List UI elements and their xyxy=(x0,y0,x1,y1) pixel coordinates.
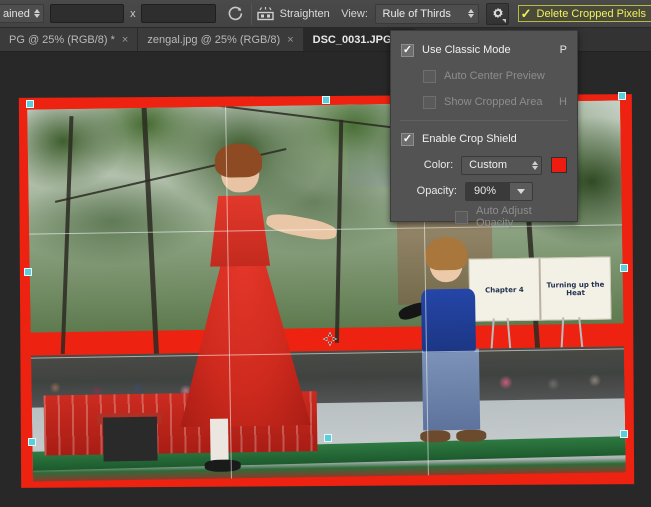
show-cropped-area-label: Show Cropped Area xyxy=(444,96,543,108)
crop-shield-color-select[interactable]: Custom xyxy=(461,155,543,175)
tab-label: PG @ 25% (RGB/8) * xyxy=(9,33,115,46)
auto-center-preview-label: Auto Center Preview xyxy=(444,70,545,82)
crop-height-input[interactable] xyxy=(141,4,217,23)
show-cropped-area-row: Show Cropped Area H xyxy=(391,89,577,115)
use-classic-mode-shortcut: P xyxy=(559,44,567,56)
stool-legs xyxy=(103,416,158,462)
delete-cropped-pixels-label: Delete Cropped Pixels xyxy=(536,7,646,20)
swap-rotate-glyph xyxy=(228,6,242,21)
crop-shield-color-row: Color: Custom xyxy=(391,152,577,178)
crop-shield-opacity-row: Opacity: 90% xyxy=(391,178,577,204)
use-classic-mode-label: Use Classic Mode xyxy=(422,44,511,56)
easel-flipchart: Chapter 4 Turning up the Heat xyxy=(468,256,612,323)
color-label: Color: xyxy=(423,159,454,171)
photoshop-window: ained x Straighten View: Rule of Thirds … xyxy=(0,0,651,507)
dimension-separator: x xyxy=(130,7,136,20)
aspect-ratio-select[interactable]: ained xyxy=(0,4,44,23)
crop-handle-top-right[interactable] xyxy=(618,92,626,100)
auto-adjust-opacity-label: Auto Adjust Opacity xyxy=(476,205,532,229)
auto-center-preview-row: Auto Center Preview xyxy=(391,63,577,89)
crop-handle-top-center[interactable] xyxy=(322,96,330,104)
woman-red-dress-shoe xyxy=(204,459,241,472)
crop-shield-color-swatch[interactable] xyxy=(551,157,567,173)
enable-crop-shield-row[interactable]: Enable Crop Shield xyxy=(391,126,577,152)
sign-page-left: Chapter 4 xyxy=(484,285,524,295)
straighten-button[interactable]: Straighten xyxy=(256,6,330,22)
crop-settings-gear-button[interactable] xyxy=(486,2,510,25)
aspect-ratio-value: ained xyxy=(3,7,30,20)
rotate-cursor-icon xyxy=(322,331,338,347)
auto-adjust-opacity-checkbox xyxy=(455,210,468,224)
use-classic-mode-checkbox[interactable] xyxy=(401,43,414,57)
view-label: View: xyxy=(341,7,368,20)
swap-rotate-icon[interactable] xyxy=(224,2,247,26)
auto-adjust-opacity-row: Auto Adjust Opacity xyxy=(391,204,577,230)
stepper-icon xyxy=(33,9,40,18)
crop-handle-bottom-left[interactable] xyxy=(28,438,36,446)
straighten-label: Straighten xyxy=(279,7,330,20)
enable-crop-shield-label: Enable Crop Shield xyxy=(422,133,517,145)
auto-center-preview-checkbox xyxy=(423,69,436,83)
toolbar-divider xyxy=(250,2,252,25)
woman-blue-shoe-right xyxy=(456,429,487,442)
crop-width-input[interactable] xyxy=(49,4,125,23)
crop-settings-popup: Use Classic Mode P Auto Center Preview S… xyxy=(390,30,578,229)
view-overlay-value: Rule of Thirds xyxy=(382,7,451,20)
sign-page-right: Turning up the Heat xyxy=(546,280,605,298)
woman-blue-hair xyxy=(425,236,468,271)
enable-crop-shield-checkbox[interactable] xyxy=(401,132,414,146)
tab-label: zengal.jpg @ 25% (RGB/8) xyxy=(147,33,281,46)
stepper-icon xyxy=(467,9,474,18)
close-icon[interactable]: × xyxy=(122,34,128,46)
delete-cropped-pixels-checkbox[interactable]: ✓ Delete Cropped Pixels xyxy=(517,5,651,22)
woman-blue-shirt xyxy=(421,288,476,353)
crop-handle-top-left[interactable] xyxy=(26,100,34,108)
check-icon: ✓ xyxy=(520,6,532,21)
document-tab-2[interactable]: zengal.jpg @ 25% (RGB/8) × xyxy=(138,28,304,51)
gear-icon xyxy=(492,7,503,18)
close-icon[interactable]: × xyxy=(287,34,293,46)
opacity-label: Opacity: xyxy=(416,185,457,197)
straighten-icon xyxy=(256,6,274,20)
stepper-icon xyxy=(532,160,539,170)
show-cropped-area-checkbox xyxy=(423,95,436,109)
crop-shield-color-value: Custom xyxy=(469,159,508,171)
woman-blue-shoe-left xyxy=(420,430,451,443)
show-cropped-area-shortcut: H xyxy=(559,96,567,108)
document-tab-1[interactable]: PG @ 25% (RGB/8) * × xyxy=(0,28,139,51)
woman-blue-jeans xyxy=(422,348,480,431)
crop-handle-middle-left[interactable] xyxy=(24,268,32,276)
crop-handle-middle-right[interactable] xyxy=(620,264,628,272)
crop-shield-opacity-select[interactable]: 90% xyxy=(465,181,533,201)
chevron-down-icon xyxy=(510,182,532,200)
woman-red-dress-hair xyxy=(214,143,263,178)
crop-handle-bottom-center[interactable] xyxy=(324,434,332,442)
crop-shield-opacity-value: 90% xyxy=(466,182,510,200)
view-overlay-select[interactable]: Rule of Thirds xyxy=(374,3,479,24)
use-classic-mode-row[interactable]: Use Classic Mode P xyxy=(391,37,577,63)
crop-tool-options-bar: ained x Straighten View: Rule of Thirds … xyxy=(0,0,651,28)
crop-handle-bottom-right[interactable] xyxy=(620,430,628,438)
panel-divider xyxy=(400,120,568,121)
